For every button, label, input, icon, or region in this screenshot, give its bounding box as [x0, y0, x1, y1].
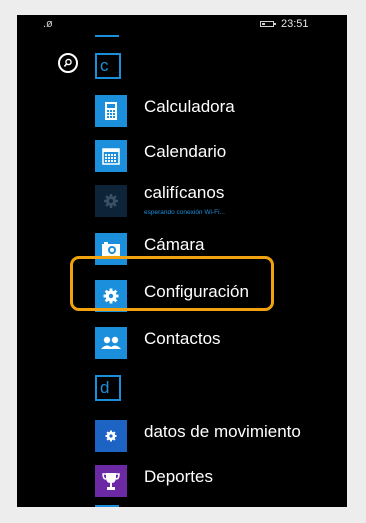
- app-name: califícanos: [144, 183, 225, 202]
- group-letter: c: [100, 56, 109, 75]
- app-name: Contactos: [144, 329, 221, 348]
- group-header-d[interactable]: d: [95, 375, 121, 401]
- clock: 23:51: [281, 18, 309, 30]
- app-status: esperando conexión Wi-Fi...: [144, 209, 225, 216]
- app-name: Cámara: [144, 235, 205, 254]
- gear-icon: [95, 420, 127, 452]
- battery-icon: [260, 21, 276, 27]
- status-bar: .ø 23:51: [17, 15, 347, 33]
- people-icon: [95, 327, 127, 359]
- search-icon: [63, 58, 72, 67]
- gear-icon: [95, 185, 127, 217]
- previous-item-edge: [95, 31, 119, 37]
- app-name: Calendario: [144, 142, 227, 161]
- group-letter: d: [100, 378, 110, 397]
- calendar-icon: [95, 140, 127, 172]
- screenshot-frame: .ø 23:51 c Calculadora Calendario califí…: [0, 0, 366, 523]
- group-header-c[interactable]: c: [95, 53, 121, 79]
- calculator-icon: [95, 95, 127, 127]
- app-name: Calculadora: [144, 97, 235, 116]
- trophy-icon: [95, 465, 127, 497]
- signal-icon: .ø: [43, 18, 53, 30]
- app-name: Deportes: [144, 467, 213, 486]
- next-item-edge: [95, 501, 119, 507]
- search-button[interactable]: [58, 53, 78, 73]
- highlight-annotation: [70, 256, 274, 311]
- app-name: datos de movimiento: [144, 422, 301, 441]
